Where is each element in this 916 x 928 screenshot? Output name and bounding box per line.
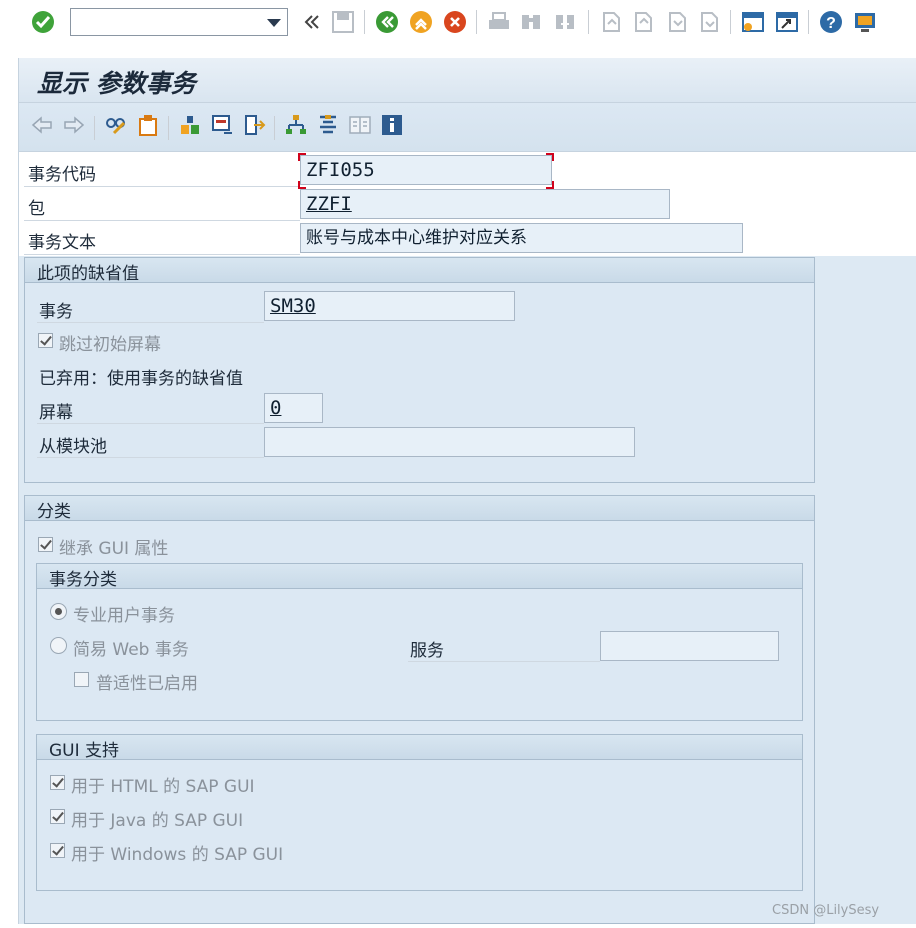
pervasive-checkbox[interactable] bbox=[74, 672, 89, 687]
first-page-icon[interactable] bbox=[598, 9, 624, 35]
info-icon[interactable] bbox=[380, 113, 404, 137]
divider bbox=[37, 423, 264, 424]
package-field[interactable]: ZZFI bbox=[300, 189, 670, 219]
print-icon[interactable] bbox=[486, 9, 512, 35]
customize-layout-icon[interactable] bbox=[852, 9, 878, 35]
focus-corner bbox=[546, 181, 554, 189]
shortcut-icon[interactable] bbox=[774, 9, 800, 35]
previous-page-icon[interactable] bbox=[630, 9, 656, 35]
arrow-right-icon[interactable] bbox=[62, 113, 86, 137]
obsolete-label: 已弃用：使用事务的缺省值 bbox=[39, 369, 243, 389]
divider bbox=[37, 457, 264, 458]
classification-group-header bbox=[25, 496, 814, 521]
transaction-label: 事务 bbox=[39, 302, 73, 322]
divider bbox=[37, 322, 264, 323]
classification-group-title: 分类 bbox=[37, 502, 71, 522]
java-gui-checkbox[interactable] bbox=[50, 809, 65, 824]
html-gui-label: 用于 HTML 的 SAP GUI bbox=[71, 777, 255, 797]
toolbar-separator bbox=[168, 116, 169, 140]
default-transaction-field[interactable]: SM30 bbox=[264, 291, 515, 321]
focus-corner bbox=[546, 153, 554, 161]
pervasive-label: 普适性已启用 bbox=[96, 674, 198, 694]
help-icon[interactable]: ? bbox=[818, 9, 844, 35]
html-gui-checkbox[interactable] bbox=[50, 775, 65, 790]
module-pool-field[interactable] bbox=[264, 427, 635, 457]
transaction-class-title: 事务分类 bbox=[49, 570, 117, 590]
where-used-icon[interactable] bbox=[242, 113, 266, 137]
inherit-gui-checkbox[interactable] bbox=[38, 537, 53, 552]
watermark: CSDN @LilySesy bbox=[772, 903, 880, 918]
module-pool-label: 从模块池 bbox=[39, 437, 107, 457]
windows-gui-label: 用于 Windows 的 SAP GUI bbox=[71, 845, 284, 865]
arrow-left-icon[interactable] bbox=[30, 113, 54, 137]
easy-web-radio[interactable] bbox=[50, 637, 67, 654]
page-title: 显示 参数事务 bbox=[37, 69, 196, 98]
other-object-icon[interactable] bbox=[136, 113, 160, 137]
transaction-class-header bbox=[37, 564, 802, 589]
skip-screen-checkbox[interactable] bbox=[38, 333, 53, 348]
skip-screen-label: 跳过初始屏幕 bbox=[59, 335, 161, 355]
chevron-down-icon[interactable] bbox=[267, 19, 281, 27]
toolbar-separator bbox=[808, 10, 809, 34]
back-icon[interactable] bbox=[374, 9, 400, 35]
toolbar-separator bbox=[274, 116, 275, 140]
focus-corner bbox=[298, 153, 306, 161]
toolbar-separator bbox=[364, 10, 365, 34]
text-label: 事务文本 bbox=[28, 233, 96, 253]
enter-icon[interactable] bbox=[30, 9, 56, 35]
save-icon[interactable] bbox=[330, 9, 356, 35]
find-next-icon[interactable] bbox=[552, 9, 578, 35]
java-gui-label: 用于 Java 的 SAP GUI bbox=[71, 811, 244, 831]
screen-number-field[interactable]: 0 bbox=[264, 393, 323, 423]
svg-text:?: ? bbox=[826, 15, 836, 32]
pro-user-radio[interactable] bbox=[50, 603, 67, 620]
tcode-field[interactable]: ZFI055 bbox=[300, 155, 552, 185]
transaction-text-field[interactable]: 账号与成本中心维护对应关系 bbox=[300, 223, 743, 253]
easy-web-label: 简易 Web 事务 bbox=[73, 640, 189, 660]
command-field[interactable] bbox=[70, 8, 288, 36]
cancel-icon[interactable] bbox=[442, 9, 468, 35]
toolbar-separator bbox=[730, 10, 731, 34]
last-page-icon[interactable] bbox=[696, 9, 722, 35]
service-label: 服务 bbox=[410, 641, 444, 661]
pro-user-label: 专业用户事务 bbox=[73, 606, 175, 626]
documentation-icon[interactable] bbox=[348, 113, 372, 137]
next-page-icon[interactable] bbox=[664, 9, 690, 35]
gui-support-title: GUI 支持 bbox=[49, 741, 120, 761]
inherit-gui-label: 继承 GUI 属性 bbox=[59, 539, 169, 559]
object-list-icon[interactable] bbox=[316, 113, 340, 137]
defaults-group-title: 此项的缺省值 bbox=[37, 264, 139, 284]
display-change-icon[interactable] bbox=[104, 113, 128, 137]
collapse-command-icon[interactable] bbox=[298, 9, 324, 35]
divider bbox=[24, 186, 300, 187]
check-object-icon[interactable] bbox=[178, 113, 202, 137]
toolbar-separator bbox=[476, 10, 477, 34]
activate-icon[interactable] bbox=[210, 113, 234, 137]
package-label: 包 bbox=[28, 199, 45, 219]
defaults-group-header bbox=[25, 258, 814, 283]
tcode-label: 事务代码 bbox=[28, 165, 96, 185]
find-icon[interactable] bbox=[518, 9, 544, 35]
toolbar-separator bbox=[588, 10, 589, 34]
divider bbox=[24, 254, 300, 255]
divider bbox=[24, 220, 300, 221]
screen-label: 屏幕 bbox=[39, 403, 73, 423]
gui-support-header bbox=[37, 735, 802, 760]
new-session-icon[interactable] bbox=[740, 9, 766, 35]
divider bbox=[408, 661, 600, 662]
exit-icon[interactable] bbox=[408, 9, 434, 35]
hierarchy-icon[interactable] bbox=[284, 113, 308, 137]
service-field[interactable] bbox=[600, 631, 779, 661]
focus-corner bbox=[298, 181, 306, 189]
toolbar-separator bbox=[94, 116, 95, 140]
windows-gui-checkbox[interactable] bbox=[50, 843, 65, 858]
